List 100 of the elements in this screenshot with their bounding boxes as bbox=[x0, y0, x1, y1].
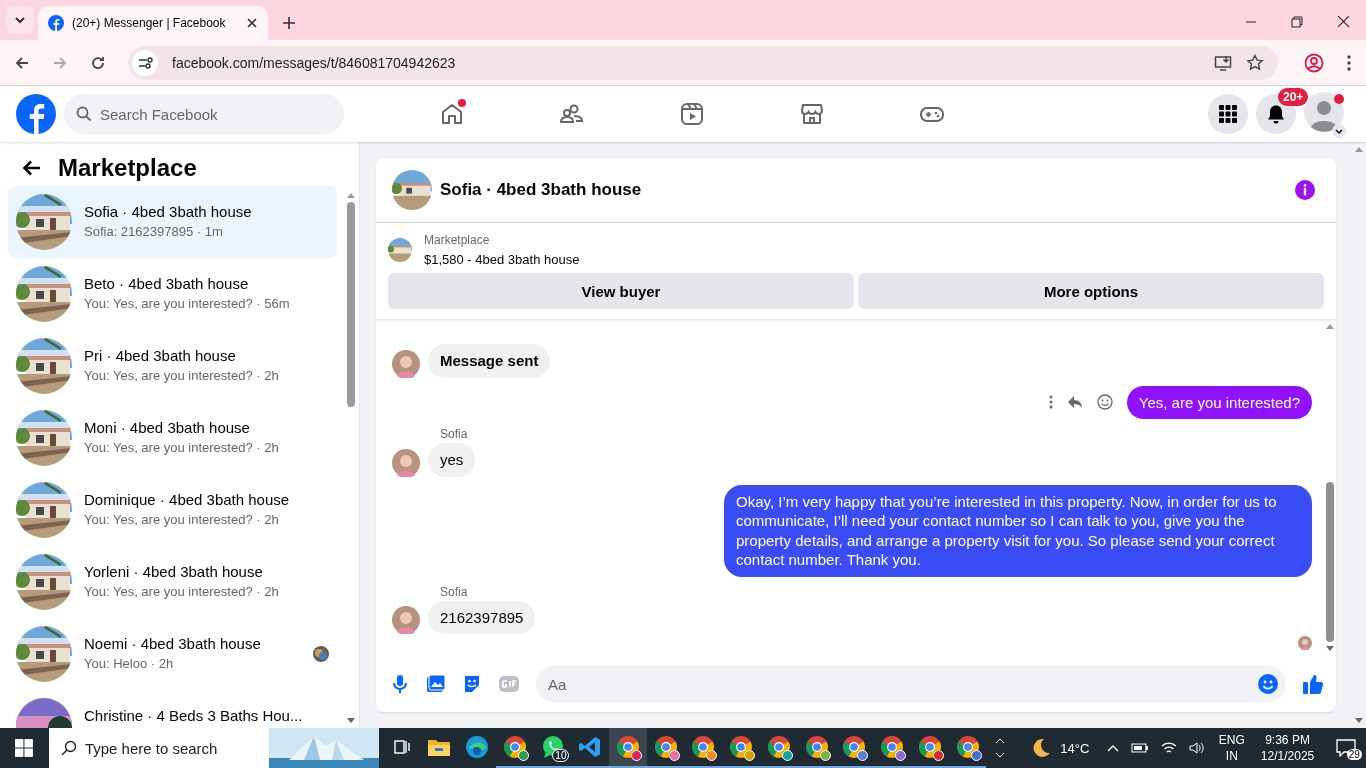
tab-list-button[interactable] bbox=[6, 6, 34, 34]
battery-icon[interactable] bbox=[1131, 742, 1150, 754]
folder-icon bbox=[427, 737, 452, 757]
notification-badge: 20+ bbox=[1278, 88, 1309, 106]
browser-icon bbox=[804, 735, 829, 759]
browser-tab[interactable]: (20+) Messenger | Facebook bbox=[38, 6, 268, 40]
search-icon bbox=[60, 740, 77, 756]
star-icon[interactable] bbox=[1246, 53, 1264, 72]
notification-count: 29 bbox=[1346, 749, 1362, 760]
browser-icon bbox=[766, 735, 791, 759]
code-editor-icon bbox=[578, 735, 603, 759]
action-button[interactable]: More options bbox=[858, 273, 1324, 309]
video-icon[interactable] bbox=[679, 101, 705, 127]
facebook-icon bbox=[48, 15, 64, 31]
start-icon[interactable] bbox=[15, 739, 33, 757]
back-icon[interactable] bbox=[14, 54, 30, 71]
restore-icon[interactable] bbox=[1291, 16, 1303, 28]
browser-icon bbox=[955, 735, 980, 759]
scroll-up-icon[interactable] bbox=[996, 738, 1005, 744]
search-field[interactable]: Search Facebook bbox=[64, 94, 344, 134]
conversation-title: Noemi · 4bed 3bath house bbox=[84, 635, 262, 652]
volume-icon[interactable] bbox=[1188, 741, 1205, 755]
microphone-icon[interactable] bbox=[390, 674, 410, 694]
facebook-logo[interactable] bbox=[16, 94, 56, 134]
reply-icon[interactable] bbox=[1066, 395, 1083, 410]
message-field[interactable]: Aa bbox=[536, 666, 1286, 702]
conversation-item[interactable]: Dominique · 4bed 3bath house You: Yes, are you interested? · 2h bbox=[8, 474, 337, 546]
back-icon[interactable] bbox=[22, 158, 42, 178]
region-text[interactable]: IN bbox=[1225, 748, 1238, 764]
emoji-icon[interactable] bbox=[1096, 394, 1113, 411]
close-icon[interactable] bbox=[1337, 15, 1350, 28]
tab-title: (20+) Messenger | Facebook bbox=[72, 16, 227, 30]
message-preview: You: Yes, are you interested? · 2h bbox=[84, 584, 280, 599]
install-app-icon[interactable] bbox=[1214, 53, 1232, 72]
conversation-title: Beto · 4bed 3bath house bbox=[84, 275, 250, 292]
message-preview: Sofia: 2162397895 · 1m bbox=[84, 224, 224, 239]
marketplace-icon[interactable] bbox=[799, 101, 825, 127]
conversation-item[interactable]: Pri · 4bed 3bath house You: Yes, are you interested? · 2h bbox=[8, 330, 337, 402]
sender-name: Sofia bbox=[440, 427, 469, 441]
scroll-thumb[interactable] bbox=[347, 202, 355, 407]
new-tab-icon[interactable] bbox=[282, 16, 296, 30]
menu-icon[interactable] bbox=[1346, 53, 1352, 72]
account-avatar[interactable] bbox=[1304, 92, 1344, 132]
more-icon[interactable] bbox=[1048, 395, 1053, 410]
conversation-item[interactable]: Noemi · 4bed 3bath house You: Heloo · 2h bbox=[8, 618, 337, 690]
scroll-thumb[interactable] bbox=[1326, 482, 1334, 642]
chevron-icon[interactable] bbox=[1332, 124, 1346, 138]
scroll-down-icon[interactable] bbox=[996, 752, 1005, 758]
message-preview: You: Yes, are you interested? · 2h bbox=[84, 512, 280, 527]
conversation-item[interactable]: Beto · 4bed 3bath house You: Yes, are you interested? · 56m bbox=[8, 258, 337, 330]
grid-icon bbox=[1218, 104, 1238, 124]
conversation-title: Dominique · 4bed 3bath house bbox=[84, 491, 291, 508]
conversation-title: Moni · 4bed 3bath house bbox=[84, 419, 251, 436]
chrome-taskbar-button[interactable] bbox=[609, 728, 647, 768]
emoji-icon[interactable] bbox=[1258, 674, 1278, 694]
seen-avatar bbox=[1298, 636, 1312, 650]
conversation-item[interactable]: Yorleni · 4bed 3bath house You: Yes, are you interested? · 2h bbox=[8, 546, 337, 618]
browser-icon bbox=[917, 735, 942, 759]
task-view-icon bbox=[392, 738, 411, 756]
message-bubble: yes bbox=[428, 443, 476, 477]
image-icon[interactable] bbox=[426, 674, 446, 694]
browser-icon bbox=[502, 735, 527, 759]
browser-icon bbox=[465, 735, 490, 759]
sender-name: Sofia bbox=[440, 584, 469, 599]
message-bubble: Okay, I’m very happy that you’re interested in this property. Now, in order for us to communicate, I’ll need your contact number so I can talk to you, give you the property details, and arrange a property visit for you. So please send your correct contact number. Thank you. bbox=[724, 484, 1312, 577]
message-bubble: Message sent bbox=[428, 344, 551, 378]
menu-button[interactable] bbox=[1208, 94, 1248, 134]
message-preview: You: Yes, are you interested? · 2h bbox=[84, 368, 280, 383]
info-icon[interactable] bbox=[1294, 179, 1316, 201]
conversation-title: Yorleni · 4bed 3bath house bbox=[84, 563, 264, 580]
address-bar[interactable]: facebook.com/messages/t/846081704942623 bbox=[128, 45, 1278, 80]
message-bubble: 2162397895 bbox=[428, 600, 536, 634]
language-text[interactable]: ENG bbox=[1218, 732, 1245, 748]
conversation-title: Christine · 4 Beds 3 Baths Hou... bbox=[84, 707, 304, 724]
action-button[interactable]: View buyer bbox=[388, 273, 854, 309]
message-preview: You: Heloo · 2h bbox=[84, 656, 175, 671]
conversation-item[interactable]: Sofia · 4bed 3bath house Sofia: 2162397895 · 1m bbox=[8, 186, 337, 258]
weather-text[interactable]: 14°C bbox=[1060, 740, 1090, 756]
conversation-title: Pri · 4bed 3bath house bbox=[84, 347, 237, 364]
clock-time[interactable]: 9:36 PM bbox=[1265, 732, 1310, 748]
message-preview: You: Yes, are you interested? · 56m bbox=[84, 296, 291, 311]
site-settings-icon[interactable] bbox=[132, 49, 158, 76]
whatsapp-taskbar-button[interactable]: 10 bbox=[533, 728, 572, 768]
clock-date[interactable]: 12/1/2025 bbox=[1260, 748, 1315, 764]
conversation-item[interactable]: Moni · 4bed 3bath house You: Yes, are you interested? · 2h bbox=[8, 402, 337, 474]
home-icon[interactable] bbox=[439, 101, 465, 127]
url-text: facebook.com/messages/t/846081704942623 bbox=[172, 54, 456, 71]
sticker-icon[interactable] bbox=[462, 674, 482, 694]
close-icon[interactable] bbox=[246, 17, 258, 29]
reload-icon[interactable] bbox=[90, 54, 106, 71]
profile-icon[interactable] bbox=[1304, 52, 1324, 73]
chevron-icon bbox=[14, 14, 26, 26]
wifi-icon[interactable] bbox=[1161, 741, 1177, 755]
search-icon bbox=[76, 106, 92, 122]
message-bubble: Yes, are you interested? bbox=[1126, 385, 1312, 419]
chevron-up-icon[interactable] bbox=[1107, 744, 1120, 752]
taskbar-search-field[interactable]: Type here to search bbox=[48, 728, 269, 768]
like-icon[interactable] bbox=[1302, 673, 1324, 695]
browser-icon bbox=[653, 735, 678, 759]
sidebar-title: Marketplace bbox=[58, 154, 197, 182]
